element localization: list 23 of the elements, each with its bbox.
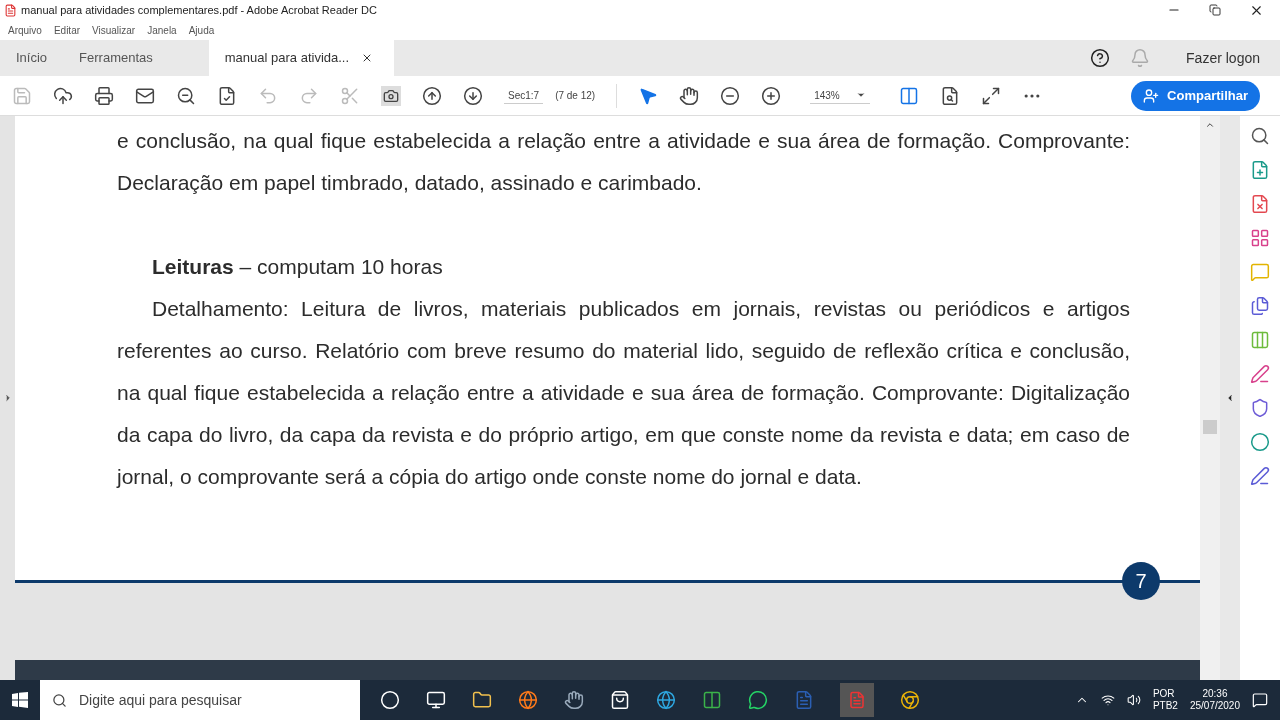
paragraph: e conclusão, na qual fique estabelecida a relação entre a atividade e sua área de formação. Comprovante: Declaração em papel timbrado, datado, assinado e carimbado. (117, 128, 1130, 196)
menu-item[interactable]: Visualizar (92, 22, 136, 38)
window-title: manual para atividades complementares.pdf - Adobe Acrobat Reader DC (21, 2, 377, 18)
share-button[interactable]: Compartilhar (1131, 80, 1260, 111)
tab[interactable]: Início (0, 40, 64, 76)
zoom-dropdown[interactable]: 143% (810, 87, 870, 104)
language-indicator[interactable]: POR (1152, 687, 1178, 700)
page-number-badge: 7 (1122, 562, 1160, 600)
clock-time[interactable]: 20:36 (1202, 687, 1228, 700)
page-count: (7 de 12) (555, 89, 596, 103)
search-field[interactable]: Digite aqui para pesquisar (40, 680, 360, 720)
login-link[interactable]: Fazer logon (1186, 47, 1260, 69)
page-number-field[interactable]: Sec1:7 (504, 87, 544, 104)
tab[interactable]: Ferramentas (63, 40, 169, 76)
paragraph: Detalhamento: Leitura de livros, materiais publicados em jornais, revistas ou periódicos e artigos referentes ao curso. Relatório com breve resumo do material lido, seguido de reflexão crítica e conclusão, na qual fique estabelecida a relação entre a atividade e sua área de formação. Comprovante: Digitalização da capa do livro, da capa da revista e do próprio artigo, em que conste nome da revista e data; em caso de jornal, o comprovante será a cópia do artigo onde conste nome do jornal e data. (117, 296, 1130, 490)
menu-item[interactable]: Arquivo (8, 22, 42, 38)
menu-item[interactable]: Editar (53, 22, 81, 38)
tab[interactable]: manual para ativida... (208, 40, 394, 76)
clock-date[interactable]: 25/07/2020 (1189, 700, 1240, 713)
menu-item[interactable]: Janela (147, 22, 177, 38)
section-heading: Leituras – computam 10 horas (151, 254, 444, 280)
menu-item[interactable]: Ajuda (188, 22, 215, 38)
keyboard-layout[interactable]: PTB2 (1152, 700, 1178, 713)
